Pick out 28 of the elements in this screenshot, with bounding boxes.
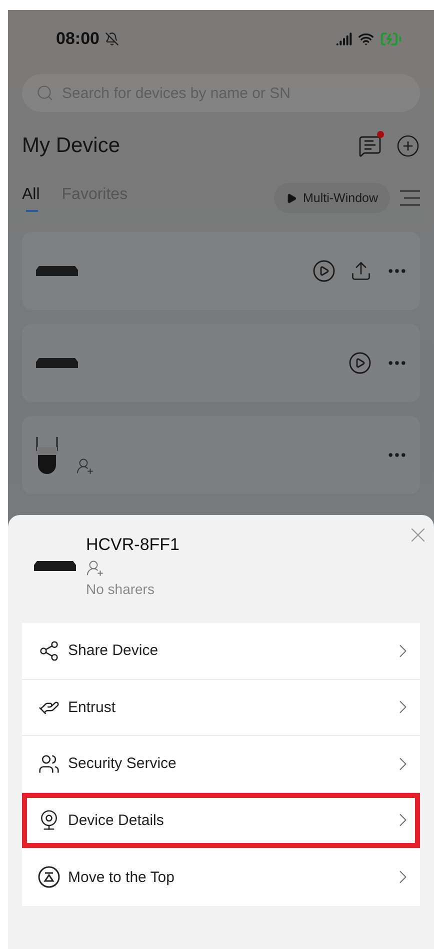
status-time: 08:00 [56, 29, 100, 49]
search-icon [36, 84, 54, 102]
menu-item[interactable]: Device Details [22, 792, 420, 849]
device-card[interactable] [22, 232, 420, 310]
webcam-icon [38, 809, 60, 832]
play-icon[interactable] [348, 351, 372, 375]
wifi-icon [358, 31, 374, 47]
camera-icon [36, 435, 60, 475]
page-title: My Device [22, 134, 120, 158]
play-icon [286, 192, 297, 204]
share-icon [38, 640, 60, 662]
shared-user-icon [86, 559, 104, 577]
menu-icon[interactable] [400, 188, 420, 208]
add-icon[interactable] [396, 134, 420, 158]
message-icon[interactable] [358, 134, 382, 158]
signal-icon [336, 31, 352, 47]
recorder-icon [36, 266, 78, 276]
upload-icon[interactable] [350, 260, 372, 282]
people-icon [38, 752, 60, 775]
sharers-text: No sharers [86, 581, 156, 597]
multi-window-button[interactable]: Multi-Window [274, 183, 390, 213]
bell-off-icon [105, 32, 120, 46]
device-name: HCVR-8FF1 [86, 535, 180, 555]
tab[interactable]: All [22, 186, 40, 210]
recorder-icon [34, 561, 76, 571]
play-icon[interactable] [312, 259, 336, 283]
menu-item[interactable]: Share Device [22, 623, 420, 680]
recorder-icon [36, 358, 78, 368]
